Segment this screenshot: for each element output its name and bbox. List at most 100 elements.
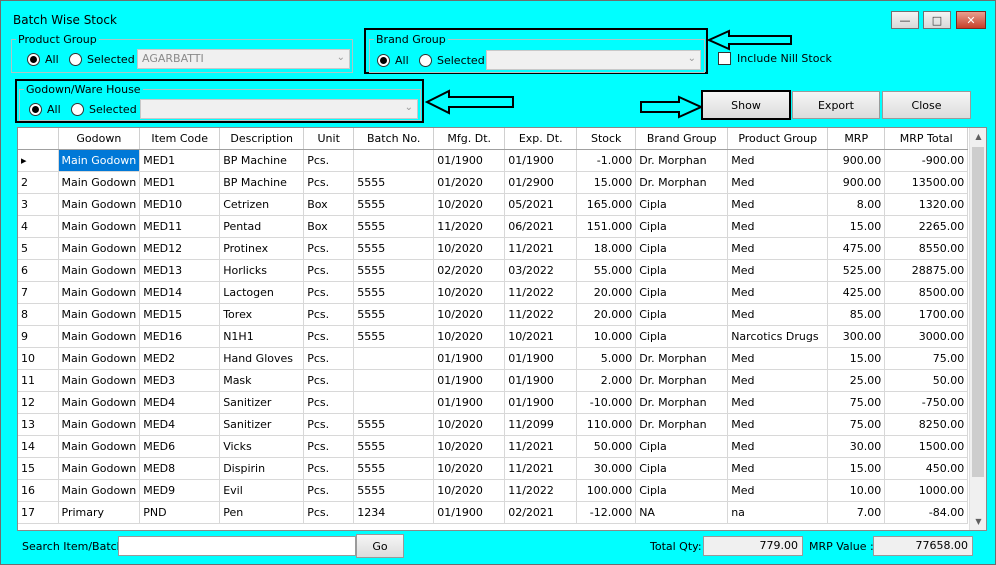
vertical-scrollbar[interactable]: ▲ ▼ — [969, 128, 986, 530]
table-cell[interactable]: Cipla — [635, 259, 729, 282]
table-cell[interactable]: 5555 — [353, 457, 435, 480]
table-cell[interactable]: 05/2021 — [504, 193, 578, 216]
table-cell[interactable]: 4 — [18, 215, 59, 238]
table-cell[interactable]: Pcs. — [303, 303, 355, 326]
table-cell[interactable]: Evil — [219, 479, 305, 502]
table-cell[interactable]: 02/2021 — [504, 501, 578, 524]
table-cell[interactable]: 8250.00 — [884, 413, 969, 436]
table-cell[interactable]: 16 — [18, 479, 59, 502]
table-cell[interactable]: Cipla — [635, 215, 729, 238]
table-cell[interactable]: 151.000 — [576, 215, 637, 238]
table-cell[interactable]: Pentad — [219, 215, 305, 238]
brand-group-selected-radio[interactable]: Selected — [419, 54, 485, 67]
product-group-all-radio[interactable]: All — [27, 53, 59, 66]
table-cell[interactable]: Box — [303, 215, 355, 238]
minimize-icon[interactable]: — — [891, 11, 919, 29]
product-group-select[interactable]: AGARBATTI ⌄ — [137, 49, 350, 69]
table-cell[interactable]: 02/2020 — [433, 259, 506, 282]
table-cell[interactable]: 3 — [18, 193, 59, 216]
export-button[interactable]: Export — [792, 91, 880, 119]
table-cell[interactable]: 55.000 — [576, 259, 637, 282]
table-cell[interactable]: 50.000 — [576, 435, 637, 458]
godown-select[interactable]: ⌄ — [140, 99, 418, 119]
table-row[interactable]: 12 Main Godown MED4 Sanitizer Pcs. 01/1900 01/… — [18, 391, 969, 414]
column-header[interactable]: Batch No. — [353, 128, 435, 150]
table-cell[interactable]: 14 — [18, 435, 59, 458]
table-cell[interactable]: Main Godown — [58, 435, 141, 458]
table-cell[interactable]: 5555 — [353, 413, 435, 436]
table-row[interactable]: 11 Main Godown MED3 Mask Pcs. 01/1900 01/1900 2… — [18, 369, 969, 392]
table-cell[interactable]: 18.000 — [576, 237, 637, 260]
table-cell[interactable]: 5555 — [353, 435, 435, 458]
table-cell[interactable]: 01/2900 — [504, 171, 578, 194]
table-cell[interactable]: 01/1900 — [433, 391, 506, 414]
table-row[interactable]: 3 Main Godown MED10 Cetrizen Box 5555 10/2020 0… — [18, 193, 969, 216]
table-cell[interactable] — [353, 347, 435, 370]
table-cell[interactable]: 900.00 — [827, 171, 886, 194]
table-cell[interactable]: 10.000 — [576, 325, 637, 348]
table-cell[interactable]: Cetrizen — [219, 193, 305, 216]
godown-selected-radio[interactable]: Selected — [71, 103, 137, 116]
table-cell[interactable]: Cipla — [635, 325, 729, 348]
table-cell[interactable]: 10/2020 — [433, 435, 506, 458]
table-cell[interactable]: Pcs. — [303, 281, 355, 304]
table-row[interactable]: 2 Main Godown MED1 BP Machine Pcs. 5555 01/202… — [18, 171, 969, 194]
table-cell[interactable]: 7 — [18, 281, 59, 304]
table-cell[interactable]: MED11 — [139, 215, 221, 238]
table-row[interactable]: 17 Primary PND Pen Pcs. 1234 01/1900 02/2021 -12… — [18, 501, 969, 524]
table-cell[interactable]: Lactogen — [219, 281, 305, 304]
table-row[interactable]: 16 Main Godown MED9 Evil Pcs. 5555 10/2020 11/2… — [18, 479, 969, 502]
table-cell[interactable]: 25.00 — [827, 369, 886, 392]
table-cell[interactable]: 10/2020 — [433, 413, 506, 436]
close-button[interactable]: Close — [882, 91, 971, 119]
table-cell[interactable]: 8550.00 — [884, 237, 969, 260]
table-cell[interactable]: 75.00 — [827, 413, 886, 436]
table-cell[interactable]: -10.000 — [576, 391, 637, 414]
table-cell[interactable]: 15 — [18, 457, 59, 480]
table-row[interactable]: 8 Main Godown MED15 Torex Pcs. 5555 10/2020 11/… — [18, 303, 969, 326]
table-cell[interactable]: Main Godown — [58, 215, 141, 238]
table-cell[interactable]: 8500.00 — [884, 281, 969, 304]
table-cell[interactable]: 11/2022 — [504, 281, 578, 304]
table-cell[interactable]: Mask — [219, 369, 305, 392]
table-cell[interactable]: 1320.00 — [884, 193, 969, 216]
table-cell[interactable]: Med — [727, 369, 829, 392]
table-cell[interactable]: 03/2022 — [504, 259, 578, 282]
column-header[interactable]: Exp. Dt. — [504, 128, 578, 150]
table-cell[interactable]: Pcs. — [303, 501, 355, 524]
table-cell[interactable]: 06/2021 — [504, 215, 578, 238]
table-cell[interactable]: NA — [635, 501, 729, 524]
table-cell[interactable] — [353, 391, 435, 414]
table-cell[interactable]: Med — [727, 479, 829, 502]
table-cell[interactable]: -750.00 — [884, 391, 969, 414]
table-cell[interactable]: 9 — [18, 325, 59, 348]
table-cell[interactable]: Pcs. — [303, 369, 355, 392]
table-cell[interactable]: Vicks — [219, 435, 305, 458]
table-cell[interactable]: 15.00 — [827, 215, 886, 238]
table-cell[interactable]: Dispirin — [219, 457, 305, 480]
table-cell[interactable]: Horlicks — [219, 259, 305, 282]
show-button[interactable]: Show — [701, 90, 791, 120]
table-cell[interactable]: 5555 — [353, 479, 435, 502]
table-cell[interactable]: na — [727, 501, 829, 524]
table-cell[interactable]: 7.00 — [827, 501, 886, 524]
table-cell[interactable]: 10.00 — [827, 479, 886, 502]
table-cell[interactable]: 20.000 — [576, 303, 637, 326]
godown-all-radio[interactable]: All — [29, 103, 61, 116]
table-cell[interactable]: 100.000 — [576, 479, 637, 502]
table-cell[interactable]: -84.00 — [884, 501, 969, 524]
table-cell[interactable]: Dr. Morphan — [635, 391, 729, 414]
table-row[interactable]: 7 Main Godown MED14 Lactogen Pcs. 5555 10/2020… — [18, 281, 969, 304]
table-cell[interactable]: BP Machine — [219, 149, 305, 172]
table-cell[interactable]: Cipla — [635, 237, 729, 260]
table-cell[interactable]: MED2 — [139, 347, 221, 370]
table-cell[interactable] — [353, 149, 435, 172]
product-group-selected-radio[interactable]: Selected — [69, 53, 135, 66]
table-cell[interactable]: MED6 — [139, 435, 221, 458]
table-cell[interactable]: Pcs. — [303, 457, 355, 480]
table-cell[interactable]: 50.00 — [884, 369, 969, 392]
table-cell[interactable]: 5555 — [353, 193, 435, 216]
table-cell[interactable]: 17 — [18, 501, 59, 524]
table-cell[interactable]: Pcs. — [303, 237, 355, 260]
table-cell[interactable]: Pcs. — [303, 391, 355, 414]
